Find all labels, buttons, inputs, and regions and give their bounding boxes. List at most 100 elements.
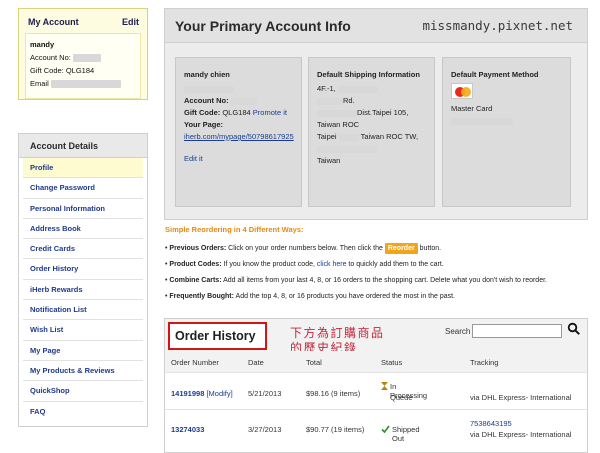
email-label: Email [30,79,49,88]
order-history-panel: Order History 下方為訂購商品 的歷史紀錄 Search Order… [164,318,588,453]
menu-item-my-page[interactable]: My Page [23,341,143,361]
profile-account-no-label: Account No: [184,96,229,105]
menu-item-change-password[interactable]: Change Password [23,178,143,199]
account-name: mandy [30,40,55,49]
hourglass-icon [381,382,388,390]
menu-item-credit-cards[interactable]: Credit Cards [23,239,143,260]
shipping-line-7: Taiwan [317,156,341,165]
account-details-title: Account Details [19,134,147,158]
primary-account-panel: Your Primary Account Info missmandy.pixn… [164,8,588,220]
reorder-combine-carts: • Combine Carts: Add all items from your… [165,277,547,284]
order-status: Shipped Out [381,425,420,443]
payment-title: Default Payment Method [451,70,539,79]
account-no-row: Account No: [30,51,136,64]
order-table-header: Order Number Date Total Status Tracking [165,351,587,373]
profile-edit-row: Edit it [184,153,293,165]
order-history-title: Order History [168,322,267,350]
modify-link[interactable]: [Modify] [206,389,232,398]
my-account-box: My Account Edit mandy Account No: Gift C… [18,8,148,100]
my-account-header: My Account Edit [19,9,147,27]
redacted-profile-line [184,83,293,95]
order-status: In Processing [381,382,427,400]
my-account-summary: mandy Account No: Gift Code: QLG184 Emai… [25,33,141,99]
order-date: 3/27/2013 [248,425,282,434]
col-status: Status [381,358,403,367]
reorder-button[interactable]: Reorder [384,243,418,254]
my-account-title: My Account [28,17,79,27]
profile-your-page: Your Page: [184,119,293,131]
col-order-number: Order Number [171,358,219,367]
shipping-line-5: Taipei Taiwan ROC TW, [317,132,419,141]
menu-item-address-book[interactable]: Address Book [23,219,143,240]
blog-watermark: missmandy.pixnet.net [422,18,573,33]
profile-gift-code-label: Gift Code: [184,108,221,117]
menu-item-notification-list[interactable]: Notification List [23,300,143,321]
order-status-line-2: Queue [390,393,413,402]
order-search-input[interactable] [472,324,562,338]
search-icon[interactable] [567,322,581,336]
my-account-edit-link[interactable]: Edit [122,17,139,27]
order-total: $98.16 (9 items) [306,389,361,398]
redacted-card-number [451,115,562,127]
order-number-link[interactable]: 13274033 [171,425,204,434]
reorder-previous-orders: • Previous Orders: Click on your order n… [165,243,442,254]
order-number-cell: 14191998 [Modify] [171,389,233,398]
tracking-via: via DHL Express- International [470,393,572,402]
reorder-title: Simple Reordering in 4 Different Ways: [165,225,304,234]
click-here-link[interactable]: click here [317,261,347,268]
order-total: $90.77 (19 items) [306,425,365,434]
payment-info-box: Default Payment Method Master Card [442,57,571,207]
profile-page-url-row: iherb.com/mypage/50798617925 [184,131,294,143]
profile-edit-link[interactable]: Edit it [184,154,203,163]
promote-it-link[interactable]: Promote it [253,108,287,117]
redacted-email [50,80,121,89]
mastercard-icon [451,83,473,99]
account-details-menu: Account Details Profile Change Password … [18,133,148,427]
shipping-title: Default Shipping Information [317,70,420,79]
shipped-check-icon [381,425,390,433]
menu-item-quickshop[interactable]: QuickShop [23,381,143,402]
redacted-profile-account-no [230,97,257,105]
shipping-line-6 [317,143,426,155]
table-row: 13274033 3/27/2013 $90.77 (19 items) Shi… [165,411,587,447]
profile-account-no: Account No: [184,95,293,107]
order-number-cell: 13274033 [171,425,204,434]
tracking-via: via DHL Express- International [470,430,572,439]
reorder-instructions: Simple Reordering in 4 Different Ways: •… [165,225,585,305]
table-row: 14191998 [Modify] 5/21/2013 $98.16 (9 it… [165,374,587,410]
menu-item-iherb-rewards[interactable]: iHerb Rewards [23,280,143,301]
account-no-label: Account No: [30,53,71,62]
account-details-list: Profile Change Password Personal Informa… [19,158,147,422]
shipping-info-box: Default Shipping Information 4F.-1, Rd. … [308,57,435,207]
reorder-frequently-bought: • Frequently Bought: Add the top 4, 8, o… [165,293,456,300]
order-date: 5/21/2013 [248,389,282,398]
shipping-line-2: Rd. [317,95,426,107]
tracking-number-link[interactable]: 7538643195 [470,419,512,428]
shipping-line-3: Dist.Taipei 105, [317,107,426,119]
shipping-line-4: Taiwan ROC [317,120,360,129]
col-total: Total [306,358,322,367]
menu-item-order-history[interactable]: Order History [23,259,143,280]
order-number-link[interactable]: 14191998 [171,389,204,398]
gift-code-row: Gift Code: QLG184 [30,66,95,75]
reorder-product-codes: • Product Codes: If you know the product… [165,261,444,268]
your-page-label: Your Page: [184,120,224,129]
menu-item-profile[interactable]: Profile [23,158,143,179]
email-row: Email [30,77,136,90]
col-date: Date [248,358,264,367]
menu-item-wish-list[interactable]: Wish List [23,320,143,341]
redacted-account-no [72,54,101,63]
menu-item-faq[interactable]: FAQ [23,402,143,422]
profile-gift-code-value: QLG184 [222,108,251,117]
my-page-url-link[interactable]: iherb.com/mypage/50798617925 [184,132,294,141]
col-tracking: Tracking [470,358,499,367]
shipping-line-1: 4F.-1, [317,83,426,95]
menu-item-my-products-reviews[interactable]: My Products & Reviews [23,361,143,382]
tracking-cell: 7538643195 [470,419,512,428]
menu-item-personal-information[interactable]: Personal Information [23,199,143,219]
search-label: Search [445,327,471,336]
payment-card-name: Master Card [451,104,493,113]
profile-gift-code: Gift Code: QLG184 Promote it [184,107,293,119]
profile-info-box: mandy chien Account No: Gift Code: QLG18… [175,57,302,207]
profile-name: mandy chien [184,70,230,79]
